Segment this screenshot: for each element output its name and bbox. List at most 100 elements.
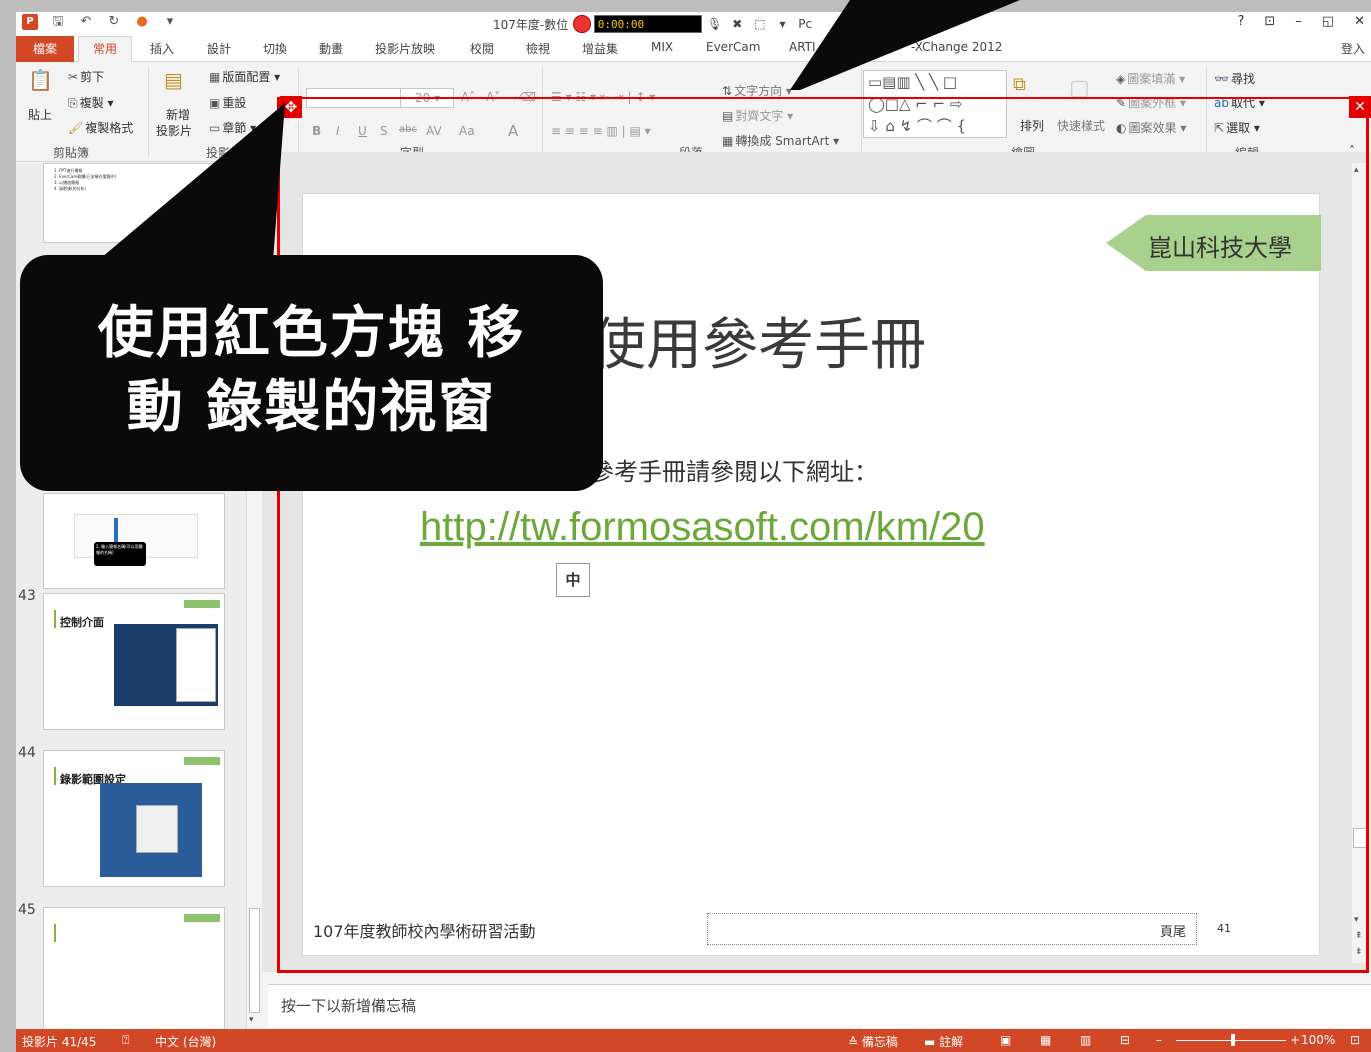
tab-transitions[interactable]: 切換 [263,40,287,57]
ribbon-display-button[interactable]: ⊡ [1264,14,1275,29]
save-icon[interactable]: 🖫 [50,14,66,30]
tab-insert[interactable]: 插入 [150,40,174,57]
minimize-button[interactable]: – [1295,14,1302,29]
tab-xchange[interactable]: -XChange 2012 [911,40,1002,54]
reading-view-icon[interactable]: ▥ [1080,1033,1091,1047]
tab-view[interactable]: 檢視 [526,40,550,57]
region-select-icon[interactable]: ⬚ [750,15,770,33]
underline-button[interactable]: U [358,124,367,138]
shapes-gallery[interactable]: ▭▤▥ ╲ ╲ □ ◯□△ ⌐ ⌐ ⇨ ⇩ ⌂ ↯ ⌒ ⌒ { [863,70,1007,138]
tab-slideshow[interactable]: 投影片放映 [375,40,435,57]
microphone-icon[interactable]: 🎙 [705,15,725,33]
smartart-label: 轉換成 SmartArt [735,134,830,148]
shape-fill-button[interactable]: ◈ 圖案填滿 ▾ [1116,70,1185,87]
sign-in-link[interactable]: 登入 [1341,40,1365,57]
italic-button[interactable]: I [336,124,340,138]
zoom-in-icon[interactable]: + [1290,1033,1300,1047]
start-presentation-icon[interactable]: ● [134,14,150,30]
slide-thumbnail-45[interactable] [43,907,225,1032]
new-slide-label-2[interactable]: 投影片 [156,122,192,139]
layout-button[interactable]: ▦ 版面配置 ▾ [209,68,280,85]
align-text-label: 對齊文字 [735,109,784,123]
redo-icon[interactable]: ↻ [106,14,122,30]
paste-icon[interactable]: 📋 [28,68,53,92]
tab-animations[interactable]: 動畫 [319,40,343,57]
customize-qat-icon[interactable]: ▾ [162,14,178,30]
notes-pane[interactable] [268,984,1371,1028]
quick-styles-button[interactable]: 快速樣式 [1057,117,1105,134]
tab-design[interactable]: 設計 [207,40,231,57]
tab-mix[interactable]: MIX [651,40,673,54]
zoom-level[interactable]: 100% [1301,1033,1335,1047]
restore-button[interactable]: ◱ [1322,14,1334,29]
new-slide-label-1[interactable]: 新增 [166,106,190,123]
arrange-icon[interactable]: ⧉ [1013,74,1026,95]
record-button[interactable] [573,15,591,33]
comments-toggle[interactable]: ▬ 註解 [924,1033,963,1050]
binoculars-icon: 👓 [1214,72,1229,86]
reset-label: 重設 [222,96,247,110]
char-spacing-button[interactable]: AV [426,124,442,138]
dropdown-icon[interactable]: ▾ [773,15,793,33]
camera-off-icon[interactable]: ✖ [727,15,747,33]
prev-slide-icon[interactable]: ⇞ [1355,931,1363,941]
slide-thumbnail-44[interactable]: 錄影範圍設定 [43,750,225,887]
slide-link[interactable]: http://tw.formosasoft.com/km/20 [420,505,985,550]
normal-view-icon[interactable]: ▣ [1000,1033,1011,1047]
group-divider [542,67,543,157]
align-text-button[interactable]: ▤ 對齊文字 ▾ [722,107,793,124]
scroll-down-icon[interactable]: ▾ [249,1015,254,1025]
reset-button[interactable]: ▣ 重設 [209,94,246,111]
copy-button[interactable]: ⎘ 複製 ▾ [68,94,113,111]
strikethrough-button[interactable]: abc [399,124,417,135]
select-button[interactable]: ⇱ 選取 ▾ [1214,119,1260,136]
zoom-out-icon[interactable]: – [1156,1033,1162,1047]
shape-effects-button[interactable]: ◐ 圖案效果 ▾ [1116,119,1186,136]
change-case-button[interactable]: Aa [459,124,475,138]
slide-title[interactable]: 使用參考手冊 [590,300,926,381]
tab-evercam[interactable]: EverCam [706,40,760,54]
notes-placeholder[interactable]: 按一下以新增備忘稿 [281,995,416,1016]
bold-button[interactable]: B [312,124,321,138]
slide-footer-text[interactable]: 107年度教師校內學術研習活動 [313,918,536,942]
shadow-button[interactable]: S [380,124,388,138]
find-button[interactable]: 👓 尋找 [1214,70,1255,87]
font-color-button[interactable]: A [508,122,518,140]
cut-button[interactable]: ✂ 剪下 [68,68,104,85]
notes-toggle[interactable]: ≙ 備忘稿 [848,1033,898,1050]
paste-button[interactable]: 貼上 [28,106,52,123]
close-frame-icon[interactable]: ✕ [1349,96,1371,118]
slideshow-view-icon[interactable]: ⊟ [1120,1033,1130,1047]
scroll-down-icon[interactable]: ▾ [1354,915,1359,925]
close-button[interactable]: ✕ [1354,14,1365,29]
align-icons[interactable]: ≡ ≡ ≡ ≡ ▥ | ▤ ▾ [551,124,651,138]
slide-body-text[interactable]: 參考手冊請參閱以下網址： [590,452,878,487]
new-slide-icon[interactable]: ▤ [164,68,183,92]
tab-file[interactable]: 檔案 [16,36,74,62]
help-button[interactable]: ? [1237,14,1244,29]
tab-home[interactable]: 常用 [78,36,132,62]
language-indicator[interactable]: 中文 (台灣) [155,1033,216,1050]
tab-review[interactable]: 校閱 [470,40,494,57]
slide-sorter-icon[interactable]: ▦ [1040,1033,1051,1047]
ime-indicator[interactable]: 中 [556,563,590,597]
tab-addins[interactable]: 增益集 [582,40,618,57]
scrollbar-thumb[interactable] [249,908,260,1013]
slide-thumbnail-43[interactable]: 控制介面 [43,593,225,730]
footer-placeholder[interactable] [707,913,1197,945]
format-painter-button[interactable]: 🖌 複製格式 [68,119,133,136]
undo-icon[interactable]: ↶ [78,14,94,30]
select-label: 選取 [1226,121,1251,135]
spellcheck-icon[interactable]: ⍰ [122,1033,129,1048]
fit-slide-icon[interactable]: ⊡ [1350,1033,1360,1047]
zoom-slider-thumb[interactable] [1231,1034,1235,1046]
thumb-title: 控制介面 [60,616,104,629]
scroll-up-icon[interactable]: ▴ [1354,165,1359,175]
smartart-button[interactable]: ▦ 轉換成 SmartArt ▾ [722,132,839,149]
comment-icon: ▬ [924,1035,940,1049]
scrollbar-thumb[interactable] [1353,828,1367,848]
slide-thumbnail-42[interactable]: 2. 輸入簡報名稱(可以用簡報的名稱) [43,493,225,589]
next-slide-icon[interactable]: ⇟ [1355,947,1363,957]
arrange-button[interactable]: 排列 [1020,117,1044,134]
tab-arti[interactable]: ARTI [789,40,816,54]
